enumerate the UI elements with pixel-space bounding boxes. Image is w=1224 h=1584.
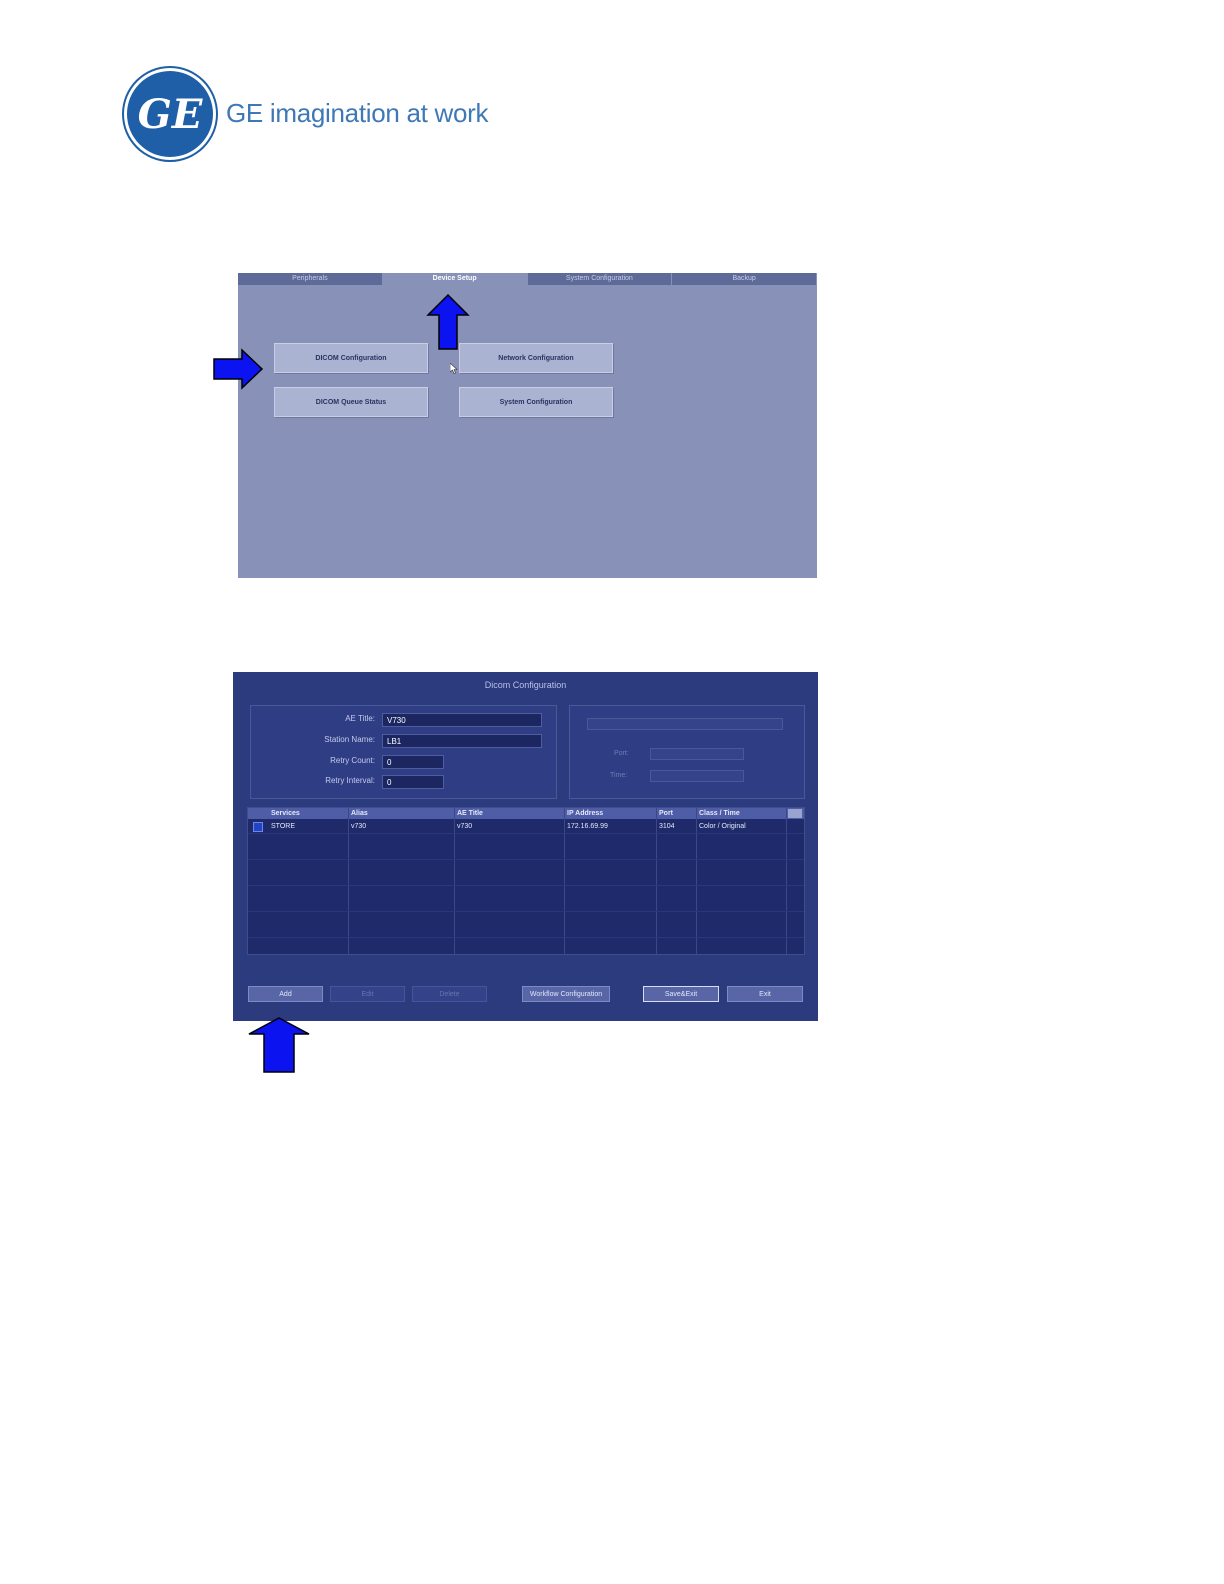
retry-count-input[interactable]: 0 xyxy=(382,755,444,769)
tab-bar: Peripherals Device Setup System Configur… xyxy=(238,273,817,285)
tab-device-setup[interactable]: Device Setup xyxy=(382,273,528,285)
disabled-field-2 xyxy=(650,770,744,782)
cell-ae-title: v730 xyxy=(457,823,473,830)
ae-title-input[interactable]: V730 xyxy=(382,713,542,727)
cell-ip-address: 172.16.69.99 xyxy=(567,823,608,830)
station-name-input[interactable]: LB1 xyxy=(382,734,542,748)
cell-class-time: Color / Original xyxy=(699,823,746,830)
column-header-ip-address[interactable]: IP Address xyxy=(564,808,656,819)
save-exit-button[interactable]: Save&Exit xyxy=(643,986,719,1002)
tab-backup[interactable]: Backup xyxy=(672,273,817,285)
add-button[interactable]: Add xyxy=(248,986,323,1002)
dialog-title: Dicom Configuration xyxy=(484,680,567,690)
ge-logo-monogram: GE xyxy=(137,90,203,138)
disabled-settings-panel: Port: Time: xyxy=(569,705,805,799)
ge-logo: GE xyxy=(124,68,216,160)
dicom-queue-status-button[interactable]: DICOM Queue Status xyxy=(274,387,428,417)
tagline: GE imagination at work xyxy=(226,98,489,128)
tab-system-configuration[interactable]: System Configuration xyxy=(527,273,673,285)
exit-button[interactable]: Exit xyxy=(727,986,803,1002)
table-scroll-button[interactable] xyxy=(788,809,802,818)
dicom-configuration-button[interactable]: DICOM Configuration xyxy=(274,343,428,373)
dicom-configuration-screen: Dicom Configuration AE Title: V730 Stati… xyxy=(233,672,818,1021)
column-header-port[interactable]: Port xyxy=(656,808,696,819)
station-name-label: Station Name: xyxy=(324,735,375,744)
mouse-cursor-icon xyxy=(450,363,458,374)
disabled-select xyxy=(587,718,783,730)
arrow-right-icon xyxy=(213,348,264,390)
arrow-up-icon xyxy=(248,1017,310,1073)
cell-port: 3104 xyxy=(659,823,675,830)
system-configuration-button[interactable]: System Configuration xyxy=(459,387,613,417)
delete-button[interactable]: Delete xyxy=(412,986,487,1002)
column-header-ae-title[interactable]: AE Title xyxy=(454,808,564,819)
services-table: Services Alias AE Title IP Address Port … xyxy=(247,807,805,955)
device-setup-screen: Peripherals Device Setup System Configur… xyxy=(238,273,817,578)
tab-peripherals[interactable]: Peripherals xyxy=(238,273,383,285)
network-configuration-button[interactable]: Network Configuration xyxy=(459,343,613,373)
column-header-services[interactable]: Services xyxy=(268,808,348,819)
row-checkbox[interactable] xyxy=(253,822,263,832)
retry-count-label: Retry Count: xyxy=(330,756,375,765)
edit-button[interactable]: Edit xyxy=(330,986,405,1002)
disabled-field-1 xyxy=(650,748,744,760)
ae-title-label: AE Title: xyxy=(345,714,375,723)
column-header-alias[interactable]: Alias xyxy=(348,808,454,819)
disabled-field-1-label: Port: xyxy=(614,750,629,757)
cell-alias: v730 xyxy=(351,823,367,830)
column-header-class-time[interactable]: Class / Time xyxy=(696,808,786,819)
arrow-up-icon xyxy=(426,293,470,350)
cell-services: STORE xyxy=(271,823,295,830)
retry-interval-input[interactable]: 0 xyxy=(382,775,444,789)
retry-interval-label: Retry Interval: xyxy=(325,776,375,785)
table-header: Services Alias AE Title IP Address Port … xyxy=(248,808,804,819)
disabled-field-2-label: Time: xyxy=(610,772,628,779)
station-settings-panel: AE Title: V730 Station Name: LB1 Retry C… xyxy=(250,705,557,799)
workflow-configuration-button[interactable]: Workflow Configuration xyxy=(522,986,610,1002)
